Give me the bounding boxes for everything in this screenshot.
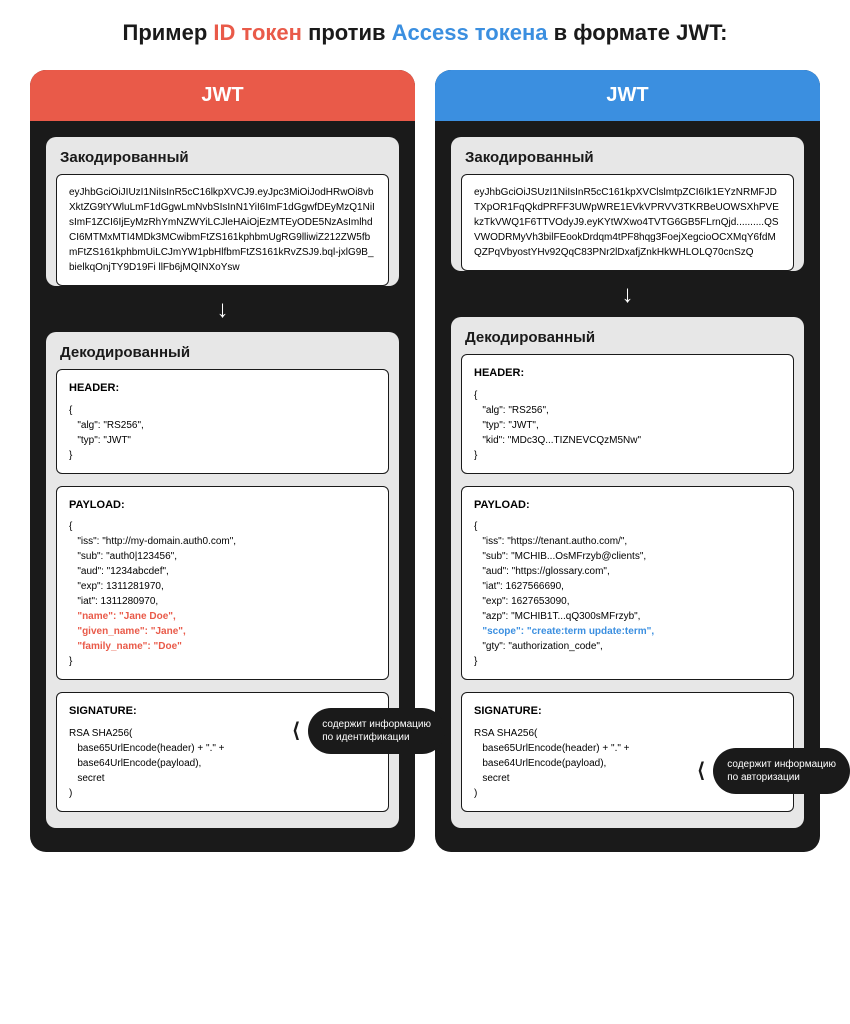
encoded-box-left: eyJhbGciOiJIUzI1NiIsInR5cC16lkpXVCJ9.eyJ… <box>56 174 389 286</box>
title-access-token: Access токена <box>392 20 548 45</box>
encoded-label-r: Закодированный <box>451 137 804 174</box>
encoded-text-right: eyJhbGciOiJSUzI1NiIsInR5cC161kpXVClslmtp… <box>474 187 779 258</box>
arrow-down-icon: ↓ <box>451 277 804 317</box>
header-code-left: { "alg": "RS256", "typ": "JWT" } <box>69 403 376 463</box>
callout-authorization: содержит информацию по авторизации <box>713 748 850 794</box>
id-token-column: JWT Закодированный eyJhbGciOiJIUzI1NiIsI… <box>30 70 415 852</box>
arrow-down-icon: ↓ <box>46 292 399 332</box>
signature-title-r: SIGNATURE: <box>474 703 781 720</box>
highlight-given-name: "given_name": "Jane", <box>69 624 376 639</box>
title-suffix: в формате JWT: <box>548 20 728 45</box>
highlight-name: "name": "Jane Doe", <box>69 609 376 624</box>
access-token-column: JWT Закодированный eyJhbGciOiJSUzI1NiIsI… <box>435 70 820 852</box>
title-id-token: ID токен <box>213 20 302 45</box>
highlight-family-name: "family_name": "Doe" <box>69 639 376 654</box>
payload-code-left: { "iss": "http://my-domain.auth0.com", "… <box>69 519 376 669</box>
title-mid: против <box>302 20 392 45</box>
encoded-section-left: Закодированный eyJhbGciOiJIUzI1NiIsInR5c… <box>46 137 399 286</box>
title-prefix: Пример <box>123 20 214 45</box>
encoded-box-right: eyJhbGciOiJSUzI1NiIsInR5cC161kpXVClslmtp… <box>461 174 794 271</box>
decoded-label-r: Декодированный <box>451 317 804 354</box>
payload-title: PAYLOAD: <box>69 497 376 514</box>
callout-identification: содержит информацию по идентификации <box>308 708 445 754</box>
header-box-left: HEADER: { "alg": "RS256", "typ": "JWT" } <box>56 369 389 474</box>
jwt-header-left: JWT <box>30 70 415 121</box>
page-title: Пример ID токен против Access токена в ф… <box>30 20 820 46</box>
header-title: HEADER: <box>69 380 376 397</box>
decoded-label: Декодированный <box>46 332 399 369</box>
header-title-r: HEADER: <box>474 365 781 382</box>
encoded-section-right: Закодированный eyJhbGciOiJSUzI1NiIsInR5c… <box>451 137 804 271</box>
payload-box-right: PAYLOAD: { "iss": "https://tenant.autho.… <box>461 486 794 681</box>
payload-title-r: PAYLOAD: <box>474 497 781 514</box>
payload-code-right: { "iss": "https://tenant.autho.com/", "s… <box>474 519 781 669</box>
columns-container: JWT Закодированный eyJhbGciOiJIUzI1NiIsI… <box>30 70 820 852</box>
encoded-text-left: eyJhbGciOiJIUzI1NiIsInR5cC16lkpXVCJ9.eyJ… <box>69 187 375 273</box>
col-body-right: Закодированный eyJhbGciOiJSUzI1NiIsInR5c… <box>435 121 820 852</box>
header-box-right: HEADER: { "alg": "RS256", "typ": "JWT", … <box>461 354 794 474</box>
highlight-scope: "scope": "create:term update:term", <box>474 624 781 639</box>
encoded-label: Закодированный <box>46 137 399 174</box>
payload-box-left: PAYLOAD: { "iss": "http://my-domain.auth… <box>56 486 389 681</box>
header-code-right: { "alg": "RS256", "typ": "JWT", "kid": "… <box>474 388 781 463</box>
jwt-header-right: JWT <box>435 70 820 121</box>
